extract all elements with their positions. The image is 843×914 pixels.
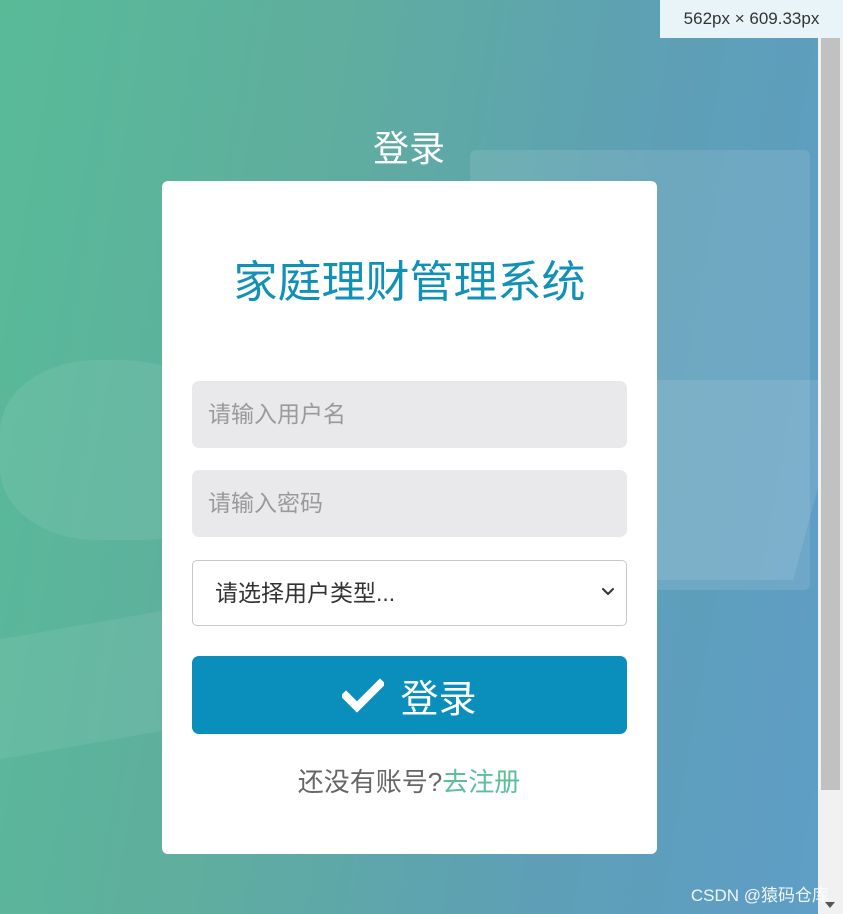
login-button-label: 登录 <box>400 678 477 721</box>
register-prompt: 还没有账号? <box>297 767 443 797</box>
system-title: 家庭理财管理系统 <box>233 258 586 307</box>
register-prompt-line: 还没有账号?去注册 <box>0 762 818 799</box>
password-input[interactable] <box>192 470 627 537</box>
page-heading: 登录 <box>372 128 445 169</box>
user-type-select[interactable]: 请选择用户类型... <box>192 560 627 626</box>
login-button[interactable]: 登录 <box>192 656 627 734</box>
dimensions-tooltip: 562px × 609.33px <box>660 0 843 38</box>
watermark: CSDN @猿码仓库 <box>690 886 829 905</box>
vertical-scrollbar[interactable] <box>818 38 843 914</box>
register-link[interactable]: 去注册 <box>442 767 520 797</box>
user-type-selected-value: 请选择用户类型... <box>215 580 396 606</box>
username-input[interactable] <box>192 381 627 448</box>
scrollbar-thumb[interactable] <box>821 38 840 790</box>
chevron-down-icon <box>602 588 614 595</box>
check-icon <box>342 678 385 713</box>
